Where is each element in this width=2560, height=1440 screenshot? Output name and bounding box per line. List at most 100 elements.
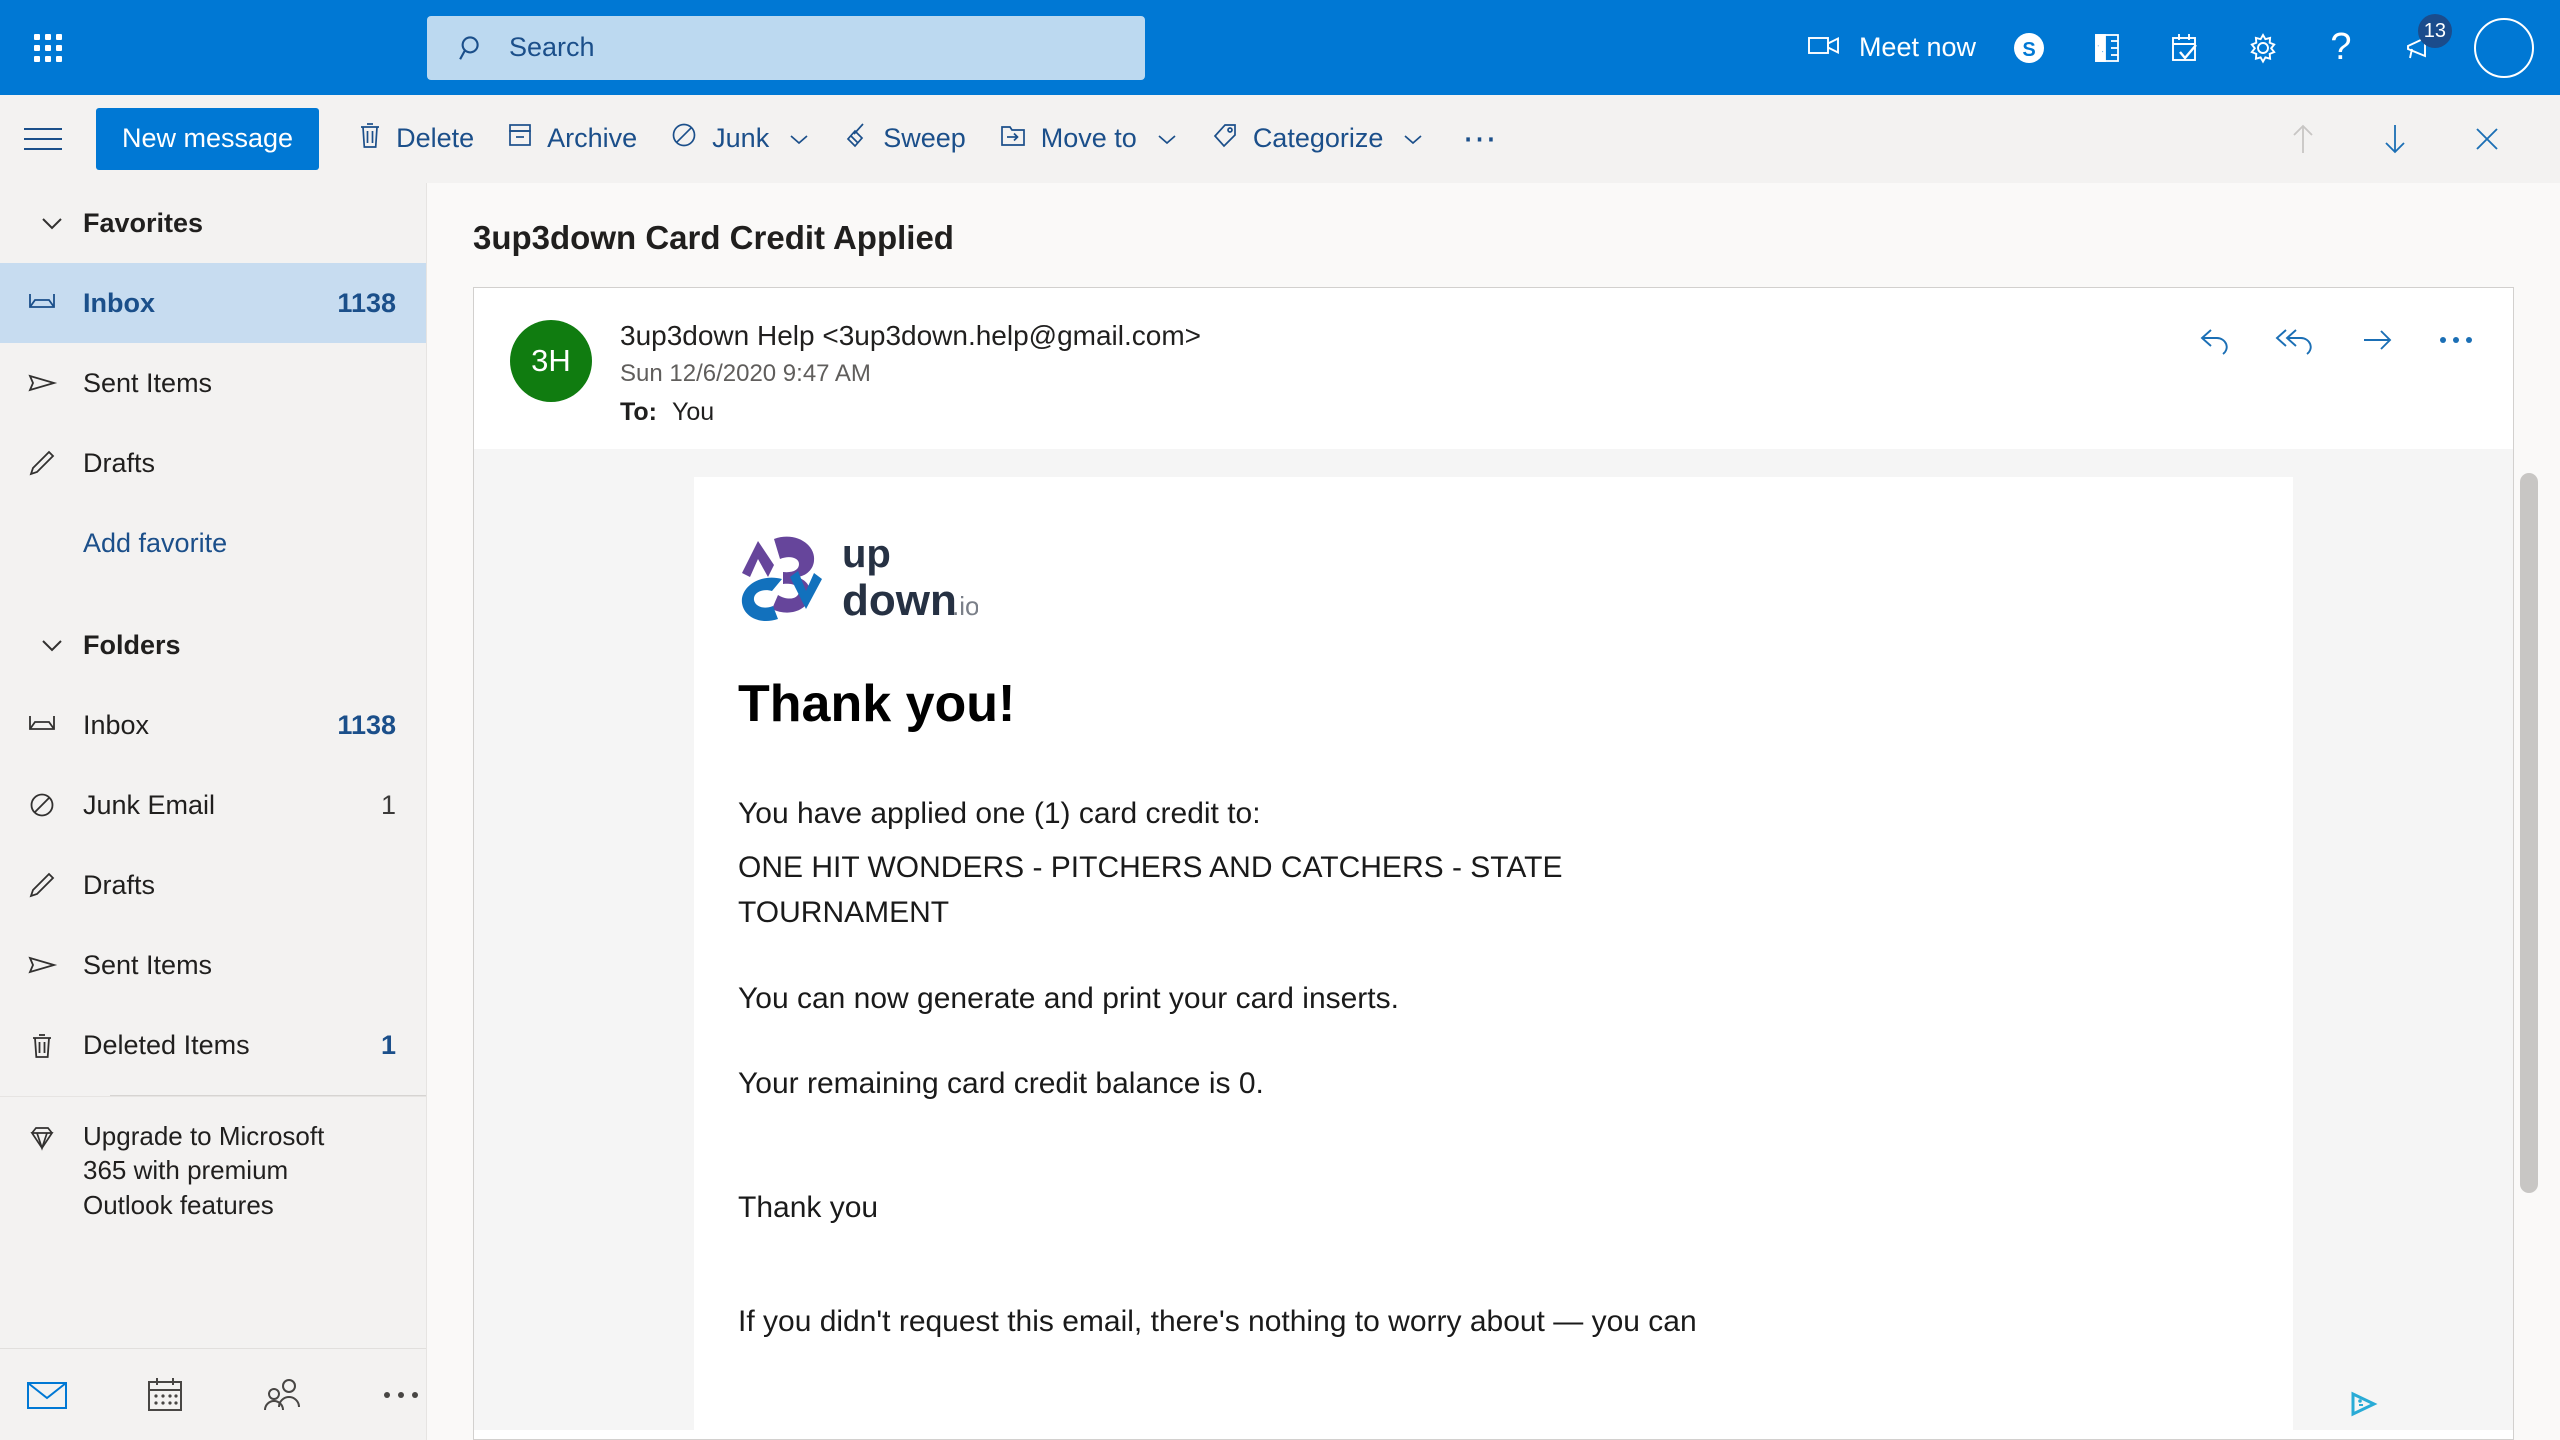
sidebar-count: 1138 [337, 287, 396, 318]
archive-box-icon [506, 120, 534, 157]
sidebar-item-inbox[interactable]: Inbox 1138 [0, 685, 426, 765]
search-box[interactable]: Search [427, 15, 1145, 80]
recipients-line: To: You [620, 398, 1201, 427]
waffle-grid [33, 33, 62, 62]
meet-now-button[interactable]: Meet now [1797, 0, 1990, 95]
skype-icon[interactable]: S [1990, 0, 2068, 95]
tag-icon [1210, 120, 1240, 157]
close-reading-pane[interactable] [2460, 112, 2514, 166]
to-value: You [671, 398, 715, 426]
settings-gear-icon[interactable] [2224, 0, 2302, 95]
more-apps-icon[interactable] [376, 1388, 426, 1402]
folder-list: Favorites Inbox 1138 Sent Items Drafts A… [0, 183, 426, 1348]
folders-group-header[interactable]: Folders [0, 605, 426, 685]
scrollbar-thumb[interactable] [2520, 473, 2538, 1193]
pencil-icon [0, 870, 83, 900]
avatar: 3H [510, 320, 592, 402]
sidebar-item-junk-email[interactable]: Junk Email 1 [0, 765, 426, 845]
command-bar: New message Delete Archive Junk Sweep Mo… [0, 95, 2560, 183]
send-icon [0, 950, 83, 980]
account-avatar[interactable] [2474, 17, 2534, 78]
help-question-icon[interactable]: ? [2302, 0, 2380, 95]
reading-pane-nav [2276, 109, 2514, 169]
sidebar-label: Inbox [83, 287, 155, 318]
block-circle-icon [669, 120, 699, 157]
todo-calendar-icon[interactable] [2146, 0, 2224, 95]
sender-info: 3up3down Help <3up3down.help@gmail.com> … [620, 320, 1201, 427]
email-line-intro: You have applied one (1) card credit to: [738, 797, 1261, 830]
delete-button[interactable]: Delete [341, 108, 490, 169]
chevron-down-icon [788, 132, 810, 146]
sidebar-item-sent-items[interactable]: Sent Items [0, 925, 426, 1005]
sidebar-label: Drafts [83, 869, 156, 900]
chevron-down-icon [1156, 132, 1178, 146]
sweep-button[interactable]: Sweep [826, 108, 982, 169]
diamond-icon [0, 1119, 83, 1153]
categorize-label: Categorize [1252, 123, 1384, 153]
junk-label: Junk [712, 123, 770, 153]
sidebar-count: 1 [380, 1029, 396, 1060]
hamburger-menu-icon[interactable] [24, 115, 72, 163]
inbox-icon [0, 710, 83, 740]
archive-button[interactable]: Archive [490, 108, 653, 169]
chevron-down-icon [1402, 132, 1424, 146]
command-bar-actions: Delete Archive Junk Sweep Move to Catego… [341, 107, 1512, 171]
categorize-button[interactable]: Categorize [1194, 108, 1441, 169]
ad-choices-icon[interactable] [2350, 1391, 2380, 1422]
people-app-icon[interactable] [258, 1377, 308, 1413]
new-message-button[interactable]: New message [96, 107, 320, 170]
sidebar-item-sent-items-favorite[interactable]: Sent Items [0, 343, 426, 423]
message-actions [2197, 324, 2477, 356]
block-circle-icon [0, 790, 83, 820]
logo-tld: .io [952, 591, 978, 621]
move-to-label: Move to [1040, 123, 1137, 153]
sidebar-item-drafts-favorite[interactable]: Drafts [0, 423, 426, 503]
junk-button[interactable]: Junk [653, 108, 826, 169]
upgrade-microsoft-365-promo[interactable]: Upgrade to Microsoft 365 with premium Ou… [0, 1096, 426, 1244]
sweep-label: Sweep [883, 123, 966, 153]
delete-label: Delete [396, 123, 475, 153]
email-heading: Thank you! [738, 675, 1016, 733]
app-switcher-bar [0, 1348, 426, 1440]
favorites-group-header[interactable]: Favorites [0, 183, 426, 263]
sidebar-count: 1138 [337, 709, 396, 740]
search-icon [457, 33, 487, 63]
svg-text:S: S [2022, 39, 2035, 61]
sidebar-item-add-favorite[interactable]: Add favorite [0, 503, 426, 583]
message-body: up down .io Thank you! You have applied … [474, 449, 2513, 1430]
email-html-content: up down .io Thank you! You have applied … [694, 477, 2293, 1430]
previous-item-arrow[interactable] [2276, 109, 2330, 169]
sidebar-label: Sent Items [83, 949, 213, 980]
move-folder-icon [998, 120, 1028, 157]
sidebar-item-drafts[interactable]: Drafts [0, 845, 426, 925]
reading-pane: 3up3down Card Credit Applied 3H 3up3down… [427, 183, 2560, 1440]
onenote-icon[interactable]: N [2068, 0, 2146, 95]
calendar-app-icon[interactable] [140, 1376, 190, 1414]
email-line-thanks: Thank you [738, 1190, 879, 1224]
sidebar-label: Junk Email [83, 789, 216, 820]
send-icon [0, 368, 83, 398]
sender-name-and-address: 3up3down Help <3up3down.help@gmail.com> [620, 320, 1202, 351]
sidebar-item-deleted-items[interactable]: Deleted Items 1 [0, 1005, 426, 1085]
message-timestamp: Sun 12/6/2020 9:47 AM [620, 360, 871, 387]
mail-app-icon[interactable] [22, 1378, 72, 1412]
upgrade-label: Upgrade to Microsoft 365 with premium Ou… [83, 1121, 325, 1220]
notifications-badge: 13 [2417, 14, 2452, 48]
sidebar-label: Drafts [83, 447, 156, 478]
message-card: 3H 3up3down Help <3up3down.help@gmail.co… [473, 287, 2514, 1440]
command-overflow-button[interactable]: ⋯ [1440, 107, 1512, 171]
sidebar-item-inbox-favorite[interactable]: Inbox 1138 [0, 263, 426, 343]
reply-icon[interactable] [2197, 324, 2235, 356]
forward-icon[interactable] [2359, 324, 2397, 356]
app-launcher-waffle-icon[interactable] [0, 0, 95, 95]
next-item-arrow[interactable] [2368, 109, 2422, 169]
reply-all-icon[interactable] [2275, 324, 2319, 356]
more-message-actions-icon[interactable] [2437, 333, 2477, 347]
reading-pane-scrollbar[interactable] [2520, 473, 2538, 1193]
move-to-button[interactable]: Move to [982, 108, 1194, 169]
archive-label: Archive [547, 123, 638, 153]
sidebar-label: Deleted Items [83, 1029, 250, 1060]
sidebar-label: Sent Items [83, 367, 213, 398]
subject-bar: 3up3down Card Credit Applied [427, 183, 2560, 287]
notifications-megaphone-icon[interactable]: 13 [2380, 0, 2458, 95]
